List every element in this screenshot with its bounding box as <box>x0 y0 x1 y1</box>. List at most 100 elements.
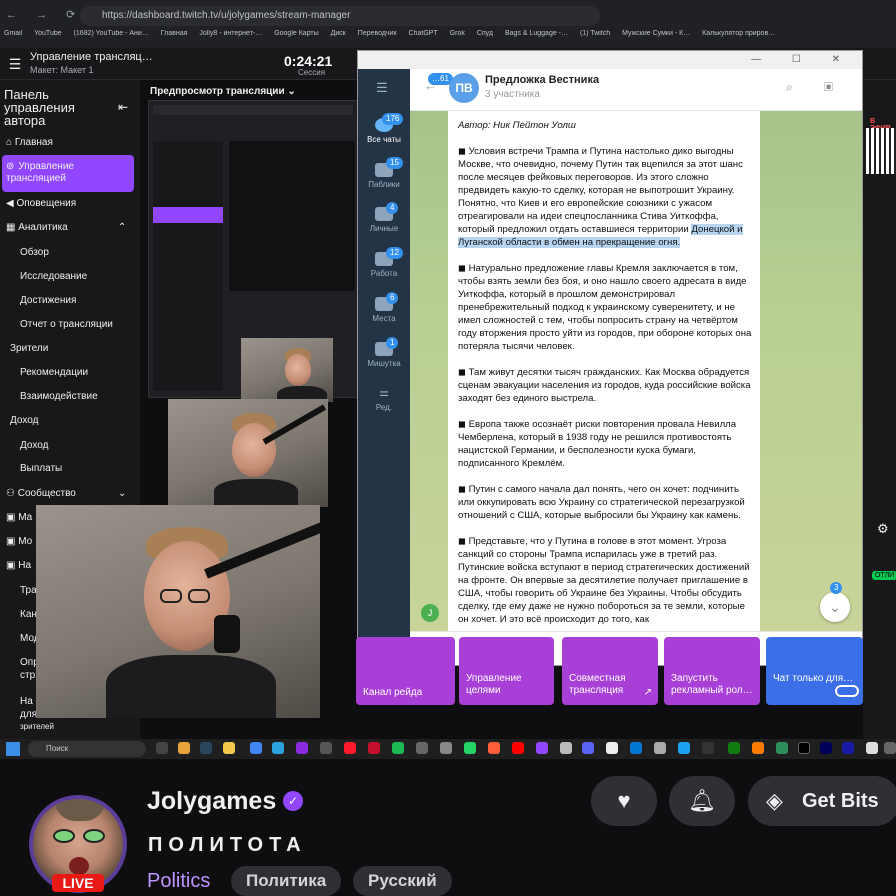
app-icon[interactable] <box>630 742 642 754</box>
sidebar-item-truncated[interactable]: ▣ Ма <box>6 512 32 523</box>
sidebar-item-stream-manager[interactable]: ⊚ Управление трансляцией <box>6 161 126 185</box>
bookmark-item[interactable]: Калькулятор приров… <box>702 30 775 37</box>
discord-icon[interactable] <box>582 742 594 754</box>
sidebar-item-revenue[interactable]: Доход <box>20 440 48 451</box>
sidebar-item-truncated[interactable]: стр <box>20 670 35 681</box>
quick-action-ad[interactable]: Запустить рекламный рол… <box>664 637 760 705</box>
channel-name[interactable]: Jolygames <box>147 787 276 816</box>
windows-start-icon[interactable] <box>6 742 20 756</box>
menu-icon[interactable]: ☰ <box>376 80 388 96</box>
gear-icon[interactable]: ⚙ <box>877 521 889 537</box>
bookmark-item[interactable]: Jolly8 - интернет-… <box>199 30 262 37</box>
notifications-button[interactable]: 🔔︎ <box>669 776 735 826</box>
audition-icon[interactable] <box>820 742 832 754</box>
app-icon[interactable] <box>702 742 714 754</box>
folder-icon[interactable] <box>223 742 235 754</box>
telegram-icon[interactable] <box>272 742 284 754</box>
toggle-switch[interactable] <box>835 685 859 697</box>
chat-name[interactable]: Предложка Вестника <box>485 74 599 86</box>
bookmark-item[interactable]: Google Карты <box>274 30 318 37</box>
sidebar-item-truncated[interactable]: зрителей <box>20 722 54 731</box>
sidebar-item-overview[interactable]: Обзор <box>20 247 49 258</box>
window-controls[interactable]: — ☐ ✕ <box>751 54 854 65</box>
chrome-icon[interactable] <box>250 742 262 754</box>
sidebar-item-home[interactable]: ⌂ Главная <box>6 137 53 148</box>
sidebar-item-alerts[interactable]: ◀ Оповещения <box>6 198 76 209</box>
app-icon[interactable] <box>866 742 878 754</box>
app-icon[interactable] <box>654 742 666 754</box>
app-icon[interactable] <box>842 742 854 754</box>
sidebar-item-analytics[interactable]: ▦ Аналитика <box>6 222 68 233</box>
app-icon[interactable] <box>678 742 690 754</box>
bookmark-item[interactable]: ChatGPT <box>409 30 438 37</box>
app-icon[interactable] <box>884 742 896 754</box>
folder-personal[interactable]: Личные <box>358 207 410 233</box>
opera-icon[interactable] <box>344 742 356 754</box>
quick-action-goals[interactable]: Управление целями <box>459 637 554 705</box>
tag-russian[interactable]: Русский <box>353 866 452 896</box>
folder-places[interactable]: Места <box>358 297 410 323</box>
sidebar-item-truncated[interactable]: Тра <box>20 585 37 596</box>
steam-icon[interactable] <box>200 742 212 754</box>
app-icon[interactable] <box>368 742 380 754</box>
bookmark-item[interactable]: Мужские Сумки - К… <box>622 30 690 37</box>
twitch-icon[interactable] <box>536 742 548 754</box>
task-view-icon[interactable] <box>156 742 168 754</box>
message-bubble[interactable]: Автор: Ник Пейтон Уолш ◼ Условия встречи… <box>448 111 760 631</box>
app-icon[interactable] <box>178 742 190 754</box>
obs-icon[interactable] <box>320 742 332 754</box>
app-icon[interactable] <box>440 742 452 754</box>
chat-avatar[interactable]: ПВ <box>449 73 479 103</box>
scroll-down-button[interactable]: ⌄ <box>820 592 850 622</box>
collapse-sidebar-icon[interactable]: ⇤ <box>118 100 128 114</box>
sidebar-item-payouts[interactable]: Выплаты <box>20 463 62 474</box>
bookmark-item[interactable]: (1682) YouTube - Ани… <box>74 30 149 37</box>
folder-publics[interactable]: Паблики <box>358 163 410 189</box>
stream-category[interactable]: Politics <box>147 870 210 893</box>
sidebar-item-engagement[interactable]: Взаимодействие <box>20 391 98 402</box>
folder-edit[interactable]: ⚌ Ред. <box>358 386 410 412</box>
sidebar-item-explore[interactable]: Исследование <box>20 271 87 282</box>
app-icon[interactable] <box>776 742 788 754</box>
sidebar-item-truncated[interactable]: для <box>20 709 37 720</box>
spotify-icon[interactable] <box>392 742 404 754</box>
preview-title[interactable]: Предпросмотр трансляции ⌄ <box>150 86 296 97</box>
address-bar[interactable]: https://dashboard.twitch.tv/u/jolygames/… <box>80 6 600 26</box>
follow-button[interactable]: ♥ <box>591 776 657 826</box>
sidebar-item-truncated[interactable]: На <box>20 696 33 707</box>
app-icon[interactable] <box>752 742 764 754</box>
bookmark-item[interactable]: Главная <box>161 30 188 37</box>
app-icon[interactable] <box>606 742 618 754</box>
sender-avatar[interactable]: J <box>421 604 439 622</box>
quick-action-chat-mode[interactable]: Чат только для… <box>766 637 863 705</box>
bookmark-item[interactable]: Gmail <box>4 30 22 37</box>
app-icon[interactable] <box>296 742 308 754</box>
dashboard-title[interactable]: Управление трансляц… <box>30 51 153 63</box>
sidebar-item-stream-report[interactable]: Отчет о трансляции <box>20 319 113 330</box>
quick-action-raid[interactable]: Канал рейда <box>356 637 455 705</box>
bookmark-item[interactable]: (1) Twitch <box>580 30 610 37</box>
xbox-icon[interactable] <box>728 742 740 754</box>
app-icon[interactable] <box>560 742 572 754</box>
bookmark-item[interactable]: YouTube <box>34 30 62 37</box>
quick-action-costream[interactable]: Совместная трансляция ↗ <box>562 637 658 705</box>
x-icon[interactable] <box>798 742 810 754</box>
chevron-down-icon[interactable]: ⌄ <box>118 488 126 499</box>
sidebar-item-truncated[interactable]: ▣ На <box>6 560 31 571</box>
sidebar-item-truncated[interactable]: Кан <box>20 609 37 620</box>
taskbar-search[interactable]: Поиск <box>28 741 146 757</box>
sidebar-item-achievements[interactable]: Достижения <box>20 295 76 306</box>
folder-mishutka[interactable]: Мишутка <box>358 342 410 368</box>
bookmark-item[interactable]: Диск <box>331 30 346 37</box>
app-icon[interactable] <box>416 742 428 754</box>
sidebar-item-community[interactable]: ⚇ Сообщество <box>6 488 76 499</box>
app-icon[interactable] <box>488 742 500 754</box>
bookmark-item[interactable]: Переводчик <box>358 30 397 37</box>
sidebar-item-truncated[interactable]: ▣ Мо <box>6 536 32 547</box>
hamburger-icon[interactable]: ☰ <box>6 56 24 74</box>
bookmark-item[interactable]: Bags & Luggage -… <box>505 30 568 37</box>
whatsapp-icon[interactable] <box>464 742 476 754</box>
tag-politics[interactable]: Политика <box>231 866 342 896</box>
chevron-up-icon[interactable]: ⌃ <box>118 222 126 233</box>
bookmark-item[interactable]: Grok <box>450 30 465 37</box>
